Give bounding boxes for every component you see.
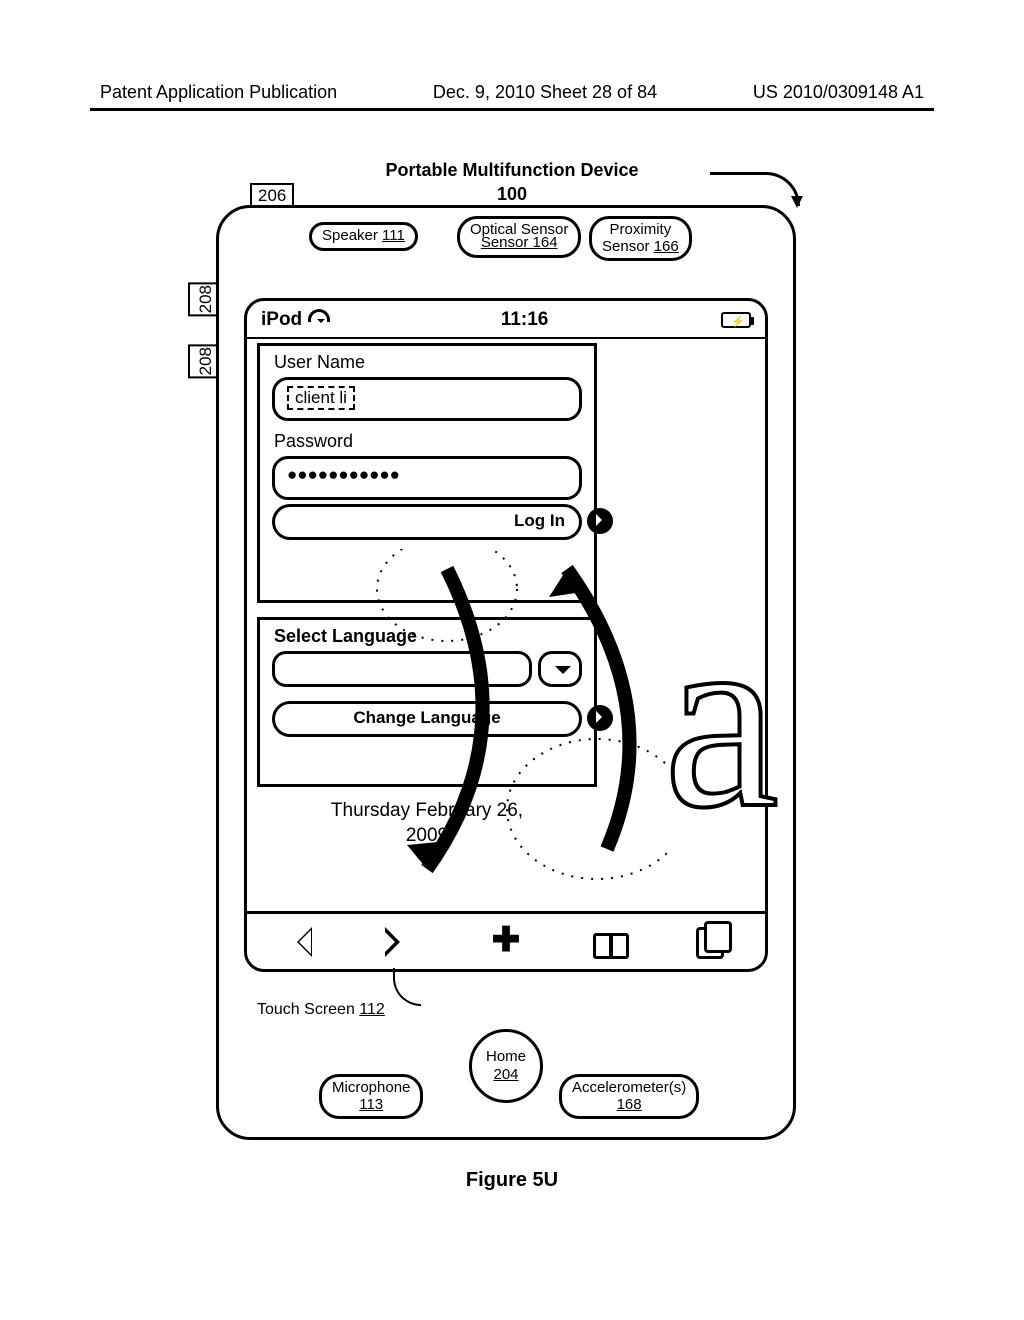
language-select-value — [272, 651, 532, 687]
header-rule — [90, 108, 934, 111]
optical-sensor-label: Optical Sensor Sensor 164 — [457, 216, 581, 258]
go-icon — [587, 508, 613, 534]
touch-screen[interactable]: iPod 11:16 ⚡ a User Name client li Passw… — [244, 298, 768, 972]
background-letter: a — [664, 569, 779, 868]
username-value: client li — [287, 386, 355, 410]
accel-text: Accelerometer(s) — [572, 1080, 686, 1097]
header-right: US 2010/0309148 A1 — [753, 82, 924, 103]
forward-icon[interactable] — [385, 927, 419, 957]
password-field[interactable]: ●●●●●●●●●●● — [272, 456, 582, 500]
add-icon[interactable]: ✚ — [489, 927, 523, 957]
password-label: Password — [260, 425, 594, 452]
login-panel: User Name client li Password ●●●●●●●●●●●… — [257, 343, 597, 603]
login-button-label: Log In — [514, 511, 565, 530]
username-label: User Name — [260, 346, 594, 373]
back-icon[interactable] — [282, 927, 316, 957]
date-line1: Thursday February 26, — [247, 799, 607, 824]
home-button[interactable]: Home 204 — [469, 1029, 543, 1103]
touch-screen-label: Touch Screen 112 — [257, 1001, 385, 1019]
device-frame: Speaker 111 Optical Sensor Sensor 164 Pr… — [216, 205, 796, 1140]
home-label: Home — [472, 1048, 540, 1066]
date-line2: 2009 — [247, 824, 607, 849]
chevron-down-icon — [538, 651, 582, 687]
status-bar: iPod 11:16 ⚡ — [247, 301, 765, 339]
bookmarks-icon[interactable] — [593, 927, 627, 957]
device-title: Portable Multifunction Device — [0, 160, 1024, 181]
accel-num: 168 — [572, 1097, 686, 1114]
header-left: Patent Application Publication — [100, 82, 337, 103]
language-panel: Select Language Change Language — [257, 617, 597, 787]
battery-icon: ⚡ — [721, 312, 751, 328]
optical-num: Sensor 164 — [470, 235, 568, 252]
go-icon-2 — [587, 705, 613, 731]
proximity-sensor-label: Proximity Sensor 166 — [589, 216, 692, 261]
change-language-label: Change Language — [353, 708, 500, 727]
accelerometer-label: Accelerometer(s) 168 — [559, 1074, 699, 1119]
username-field[interactable]: client li — [272, 377, 582, 421]
wifi-icon — [308, 311, 328, 327]
bottom-toolbar: ✚ — [247, 911, 765, 969]
header-center: Dec. 9, 2010 Sheet 28 of 84 — [433, 82, 657, 103]
date-display: Thursday February 26, 2009 — [247, 799, 607, 848]
language-select[interactable] — [272, 651, 582, 687]
touch-screen-lead — [393, 968, 421, 1006]
figure-label: Figure 5U — [0, 1169, 1024, 1192]
change-language-button[interactable]: Change Language — [272, 701, 582, 737]
select-language-label: Select Language — [260, 620, 594, 647]
mic-text: Microphone — [332, 1080, 410, 1097]
clock-label: 11:16 — [501, 309, 549, 331]
login-button[interactable]: Log In — [272, 504, 582, 540]
home-num: 204 — [472, 1066, 540, 1084]
password-value: ●●●●●●●●●●● — [287, 465, 400, 484]
proximity-text: Proximity — [602, 222, 679, 239]
screen-content: a User Name client li Password ●●●●●●●●●… — [247, 339, 765, 911]
speaker-label: Speaker 111 — [309, 222, 418, 251]
mic-num: 113 — [332, 1097, 410, 1114]
speaker-num: 111 — [382, 227, 405, 244]
carrier-label: iPod — [261, 309, 328, 331]
proximity-num: Sensor 166 — [602, 239, 679, 256]
speaker-text: Speaker — [322, 227, 378, 244]
device-number: 100 — [0, 184, 1024, 205]
pages-icon[interactable] — [696, 927, 730, 957]
microphone-label: Microphone 113 — [319, 1074, 423, 1119]
